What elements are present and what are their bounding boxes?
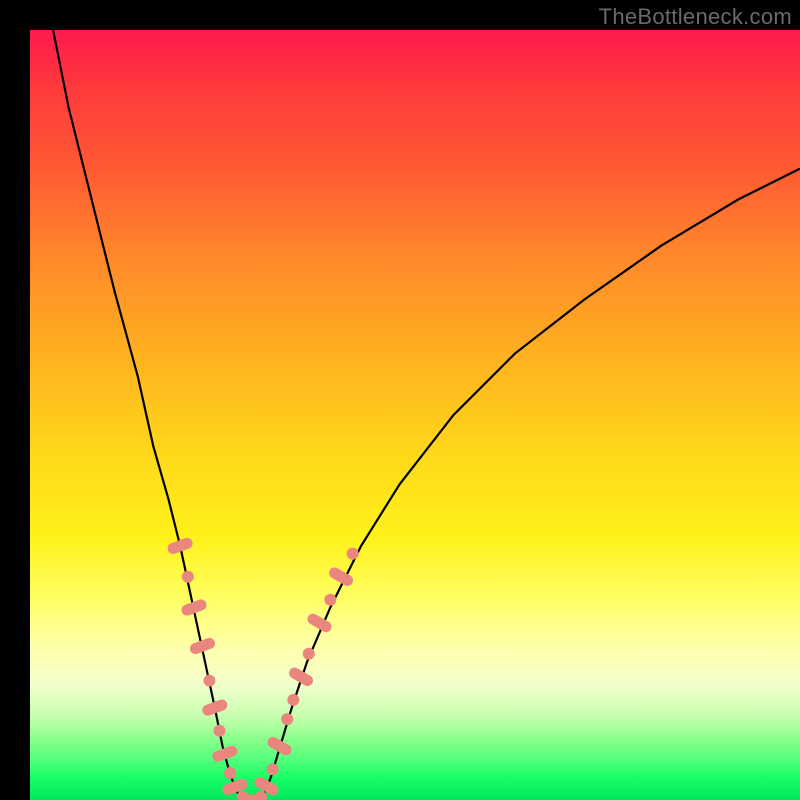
data-marker <box>182 571 194 583</box>
data-marker <box>166 536 194 555</box>
watermark-text: TheBottleneck.com <box>599 4 792 30</box>
data-marker <box>267 763 279 775</box>
curve-svg <box>30 30 800 800</box>
data-marker <box>203 675 215 687</box>
data-marker <box>287 694 299 706</box>
data-marker <box>324 594 336 606</box>
data-markers <box>166 536 359 800</box>
chart-frame: TheBottleneck.com <box>0 0 800 800</box>
data-marker <box>347 548 359 560</box>
data-marker <box>265 735 293 758</box>
right-curve <box>261 169 800 800</box>
plot-area <box>30 30 800 800</box>
data-marker <box>213 725 225 737</box>
data-marker <box>201 698 229 717</box>
data-marker <box>211 744 239 763</box>
data-marker <box>281 713 293 725</box>
data-marker <box>224 767 236 779</box>
data-marker <box>303 648 315 660</box>
data-marker <box>287 666 315 689</box>
